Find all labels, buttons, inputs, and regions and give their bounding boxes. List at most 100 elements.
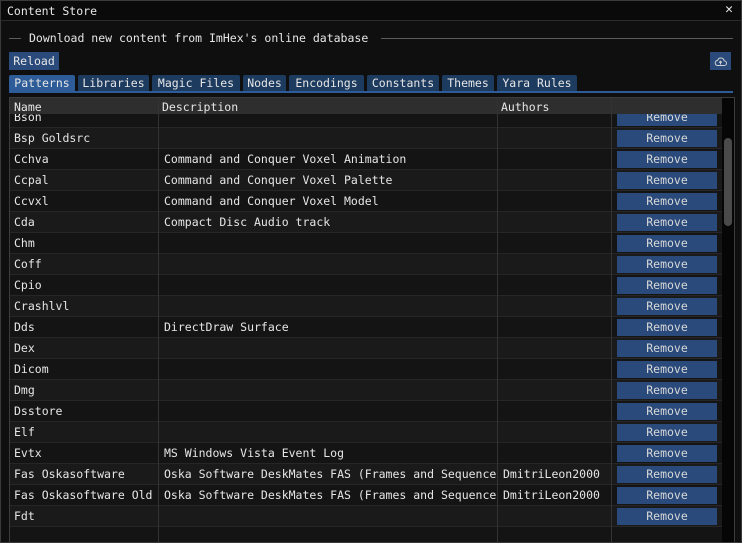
table-row[interactable]: Dds DirectDraw Surface Remove [10, 317, 722, 338]
content-store-window: Content Store ✕ Download new content fro… [0, 0, 742, 543]
remove-button[interactable]: Remove [617, 193, 717, 210]
pattern-name: Elf [14, 425, 35, 439]
remove-button[interactable]: Remove [617, 361, 717, 378]
pattern-description [164, 235, 498, 251]
table-row[interactable]: Dicom Remove [10, 359, 722, 380]
pattern-description [164, 277, 498, 293]
remove-button[interactable]: Remove [617, 382, 717, 399]
pattern-authors [503, 193, 611, 209]
pattern-authors [503, 172, 611, 188]
table-row[interactable]: Dex Remove [10, 338, 722, 359]
remove-button[interactable]: Remove [617, 130, 717, 147]
tab-yara-rules[interactable]: Yara Rules [497, 75, 577, 91]
pattern-description: Command and Conquer Voxel Palette [164, 173, 393, 187]
tab-patterns[interactable]: Patterns [9, 75, 75, 92]
pattern-name: Ccpal [14, 173, 49, 187]
pattern-authors [503, 403, 611, 419]
pattern-authors [503, 508, 611, 524]
pattern-name: Dmg [14, 383, 35, 397]
pattern-name: Cpio [14, 278, 42, 292]
tab-constants[interactable]: Constants [367, 75, 439, 91]
pattern-authors [503, 361, 611, 377]
pattern-name: Bsp Goldsrc [14, 131, 91, 145]
cloud-upload-icon [714, 57, 727, 66]
section-separator: Download new content from ImHex's online… [9, 31, 733, 45]
remove-button[interactable]: Remove [617, 277, 717, 294]
tab-libraries[interactable]: Libraries [78, 75, 149, 91]
table-row[interactable]: Dsstore Remove [10, 401, 722, 422]
pattern-name: Dds [14, 320, 35, 334]
pattern-authors [503, 151, 611, 167]
remove-button[interactable]: Remove [617, 172, 717, 189]
table-row[interactable]: Ccpal Command and Conquer Voxel Palette Re… [10, 170, 722, 191]
table-row[interactable]: Cchva Command and Conquer Voxel Animation… [10, 149, 722, 170]
remove-button[interactable]: Remove [617, 445, 717, 462]
table-row[interactable]: Bsp Goldsrc Remove [10, 128, 722, 149]
column-divider[interactable] [497, 98, 498, 542]
remove-button[interactable]: Remove [617, 466, 717, 483]
remove-button[interactable]: Remove [617, 487, 717, 504]
pattern-authors: DmitriLeon2000 [503, 467, 600, 481]
pattern-description: DirectDraw Surface [164, 320, 289, 334]
column-divider[interactable] [158, 98, 159, 542]
remove-button[interactable]: Remove [617, 508, 717, 525]
table-row[interactable]: Fas Oskasoftware Oska Software DeskMates … [10, 464, 722, 485]
table-row[interactable]: Chm Remove [10, 233, 722, 254]
remove-button[interactable]: Remove [617, 424, 717, 441]
remove-button[interactable]: Remove [617, 319, 717, 336]
table-body: BplistRemoveBsonRemoveBsp GoldsrcRemoveC… [10, 98, 722, 527]
column-divider[interactable] [611, 98, 612, 542]
table-row[interactable]: Evtx MS Windows Vista Event Log Remove [10, 443, 722, 464]
table-scrollbar[interactable] [722, 98, 734, 542]
section-label: Download new content from ImHex's online… [29, 31, 369, 45]
tab-nodes[interactable]: Nodes [243, 75, 286, 91]
table-row[interactable]: Dmg Remove [10, 380, 722, 401]
pattern-name: Coff [14, 257, 42, 271]
pattern-description: Oska Software DeskMates FAS (Frames and … [164, 467, 498, 481]
pattern-name: Cda [14, 215, 35, 229]
remove-button[interactable]: Remove [617, 151, 717, 168]
close-icon[interactable]: ✕ [722, 2, 736, 18]
table-row[interactable]: Cpio Remove [10, 275, 722, 296]
tab-themes[interactable]: Themes [442, 75, 494, 91]
pattern-authors [503, 382, 611, 398]
tab-underline [9, 91, 733, 93]
window-title: Content Store [7, 4, 98, 18]
pattern-authors [503, 277, 611, 293]
pattern-name: Evtx [14, 446, 42, 460]
pattern-description: Oska Software DeskMates FAS (Frames and … [164, 488, 498, 502]
table-row[interactable]: Fas Oskasoftware Old Oska Software DeskMa… [10, 485, 722, 506]
remove-button[interactable]: Remove [617, 256, 717, 273]
remove-button[interactable]: Remove [617, 403, 717, 420]
pattern-name: Dsstore [14, 404, 63, 418]
scrollbar-thumb[interactable] [724, 138, 732, 226]
column-header-name[interactable]: Name [14, 100, 42, 114]
tab-encodings[interactable]: Encodings [289, 75, 364, 91]
table-row[interactable]: Coff Remove [10, 254, 722, 275]
patterns-table: BplistRemoveBsonRemoveBsp GoldsrcRemoveC… [9, 97, 735, 542]
table-row[interactable]: Crashlvl Remove [10, 296, 722, 317]
reload-button[interactable]: Reload [9, 52, 59, 70]
table-row[interactable]: Elf Remove [10, 422, 722, 443]
pattern-name: Fdt [14, 509, 35, 523]
pattern-authors [503, 445, 611, 461]
table-row[interactable]: Ccvxl Command and Conquer Voxel Model Remo… [10, 191, 722, 212]
pattern-name: Cchva [14, 152, 49, 166]
pattern-authors [503, 298, 611, 314]
separator-line-right [381, 38, 733, 39]
remove-button[interactable]: Remove [617, 298, 717, 315]
column-header-authors[interactable]: Authors [501, 100, 549, 114]
pattern-authors [503, 130, 611, 146]
upload-button[interactable] [710, 52, 731, 70]
table-row[interactable]: Cda Compact Disc Audio track Remove [10, 212, 722, 233]
table-row[interactable]: Fdt Remove [10, 506, 722, 527]
remove-button[interactable]: Remove [617, 340, 717, 357]
column-header-description[interactable]: Description [162, 100, 238, 114]
pattern-name: Ccvxl [14, 194, 49, 208]
pattern-description [164, 340, 498, 356]
tab-magic-files[interactable]: Magic Files [152, 75, 240, 91]
pattern-authors [503, 256, 611, 272]
pattern-description [164, 508, 498, 524]
remove-button[interactable]: Remove [617, 235, 717, 252]
remove-button[interactable]: Remove [617, 214, 717, 231]
